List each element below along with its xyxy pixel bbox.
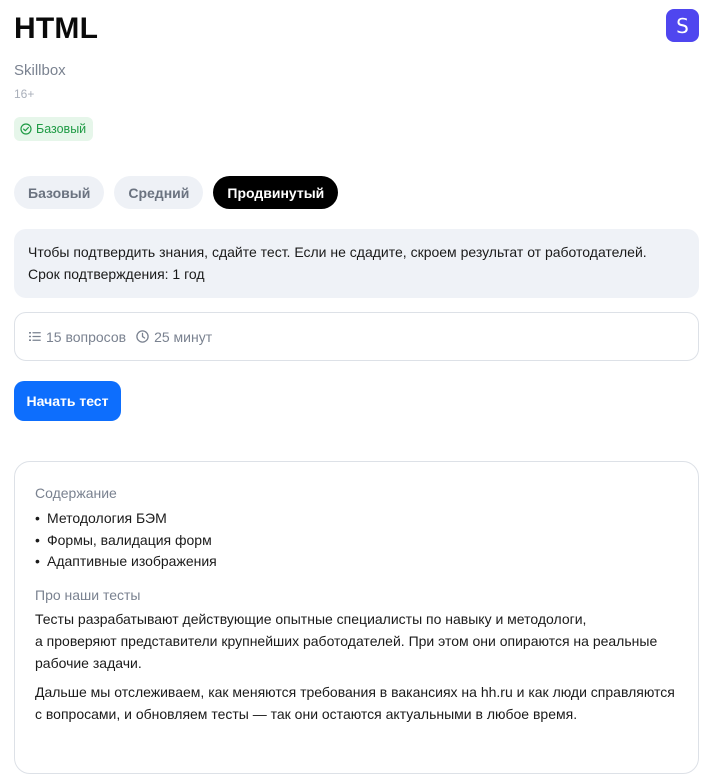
list-item: • Формы, валидация форм — [35, 531, 212, 548]
info-term: Срок подтверждения: 1 год — [28, 266, 205, 282]
level-tabs: Базовый Средний Продвинутый — [14, 176, 339, 209]
about-tests-heading: Про наши тесты — [35, 586, 141, 603]
duration-label: 25 минут — [154, 328, 213, 345]
about-tests-paragraph: Тесты разрабатывают действующие опытные … — [35, 608, 678, 674]
level-badge-label: Базовый — [36, 122, 87, 136]
age-rating: 16+ — [14, 87, 35, 101]
info-text: Чтобы подтвердить знания, сдайте тест. Е… — [28, 244, 647, 260]
list-item: • Методология БЭМ — [35, 510, 167, 526]
paragraph-line: а проверяют представители крупнейших раб… — [35, 632, 658, 671]
list-item: • Адаптивные изображения — [35, 553, 217, 569]
info-box: Чтобы подтвердить знания, сдайте тест. Е… — [14, 229, 699, 298]
paragraph-line: Тесты разрабатывают действующие опытные … — [35, 610, 587, 627]
page-title: HTML — [14, 12, 99, 45]
questions-label: 15 вопросов — [46, 328, 127, 345]
tab-level-basic[interactable]: Базовый — [14, 176, 105, 209]
questions-count: 15 вопросов — [29, 329, 126, 345]
content-heading: Содержание — [35, 485, 117, 501]
topics-list: • Методология БЭМ • Формы, валидация форм … — [35, 508, 678, 573]
tab-level-advanced[interactable]: Продвинутый — [213, 176, 339, 209]
test-description-card: Содержание • Методология БЭМ • Формы, вали… — [14, 461, 699, 774]
check-circle-icon — [20, 123, 32, 135]
clock-icon — [136, 330, 149, 343]
tracking-paragraph: Дальше мы отслеживаем, как меняются треб… — [35, 683, 675, 722]
level-badge: Базовый — [14, 117, 94, 141]
list-icon — [29, 331, 41, 342]
duration: 25 минут — [136, 329, 212, 345]
start-test-button[interactable]: Начать тест — [14, 381, 121, 421]
provider-logo: S — [666, 9, 699, 42]
tab-level-medium[interactable]: Средний — [114, 176, 204, 209]
provider-name: Skillbox — [14, 62, 66, 79]
test-stats: 15 вопросов 25 минут — [14, 312, 699, 361]
